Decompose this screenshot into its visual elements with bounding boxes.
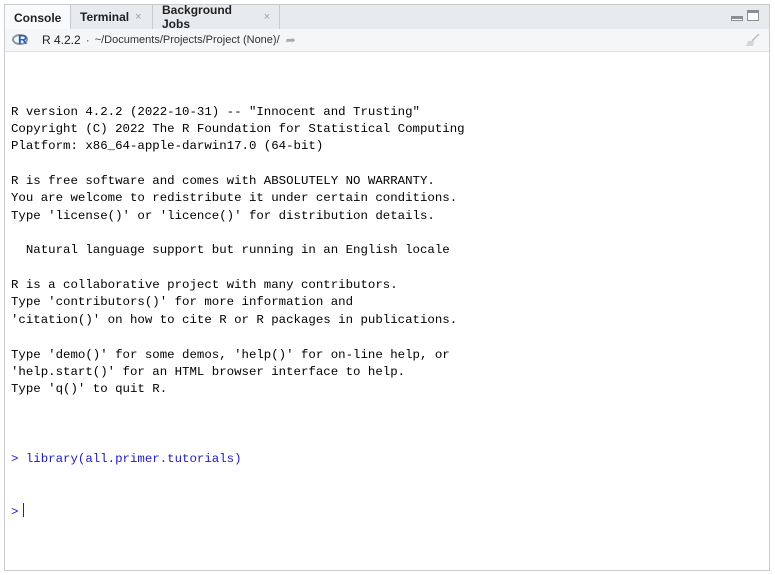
tab-terminal[interactable]: Terminal × — [71, 5, 153, 29]
maximize-icon[interactable] — [747, 10, 759, 21]
console-line: Type 'contributors()' for more informati… — [11, 295, 354, 310]
pane-tabbar: Console Terminal × Background Jobs × — [5, 3, 769, 31]
tab-console[interactable]: Console — [5, 5, 71, 30]
separator: · — [85, 33, 90, 47]
tab-background-jobs[interactable]: Background Jobs × — [153, 3, 280, 31]
console-command-line: > library(all.primer.tutorials) — [11, 451, 242, 466]
console-toolbar: R R 4.2.2 · ~/Documents/Projects/Project… — [5, 29, 769, 52]
r-logo-icon: R — [12, 32, 32, 48]
console-line: R version 4.2.2 (2022-10-31) -- "Innocen… — [11, 104, 420, 119]
tab-label: Background Jobs — [162, 3, 233, 31]
console-pane: Console Terminal × Background Jobs × R R… — [4, 3, 770, 571]
console-line: R is free software and comes with ABSOLU… — [11, 174, 435, 189]
window-controls — [731, 10, 759, 21]
console-line: R is a collaborative project with many c… — [11, 278, 398, 293]
clear-console-broom-icon[interactable] — [745, 33, 761, 47]
console-line: Copyright (C) 2022 The R Foundation for … — [11, 122, 465, 137]
go-to-directory-icon[interactable]: ➦ — [286, 33, 296, 47]
console-output[interactable]: R version 4.2.2 (2022-10-31) -- "Innocen… — [11, 69, 765, 566]
close-icon[interactable]: × — [264, 11, 270, 23]
text-cursor — [23, 502, 25, 517]
tab-label: Terminal — [80, 10, 130, 24]
working-directory-path[interactable]: ~/Documents/Projects/Project (None)/ — [95, 34, 280, 46]
console-line: 'help.start()' for an HTML browser inter… — [11, 364, 406, 379]
console-line: Platform: x86_64-apple-darwin17.0 (64-bi… — [11, 139, 324, 154]
console-input-line[interactable]: > — [11, 502, 765, 520]
console-line: Type 'q()' to quit R. — [11, 382, 168, 397]
console-line: 'citation()' on how to cite R or R packa… — [11, 312, 458, 327]
close-icon[interactable]: × — [135, 11, 141, 23]
console-prompt: > — [11, 504, 19, 519]
console-line: Natural language support but running in … — [11, 243, 450, 258]
console-line: Type 'demo()' for some demos, 'help()' f… — [11, 347, 450, 362]
console-startup-text: R version 4.2.2 (2022-10-31) -- "Innocen… — [11, 104, 765, 416]
console-line: You are welcome to redistribute it under… — [11, 191, 458, 206]
minimize-icon[interactable] — [731, 16, 743, 21]
r-version-label: R 4.2.2 — [42, 33, 81, 47]
tab-label: Console — [14, 10, 62, 25]
console-line: Type 'license()' or 'licence()' for dist… — [11, 208, 435, 223]
